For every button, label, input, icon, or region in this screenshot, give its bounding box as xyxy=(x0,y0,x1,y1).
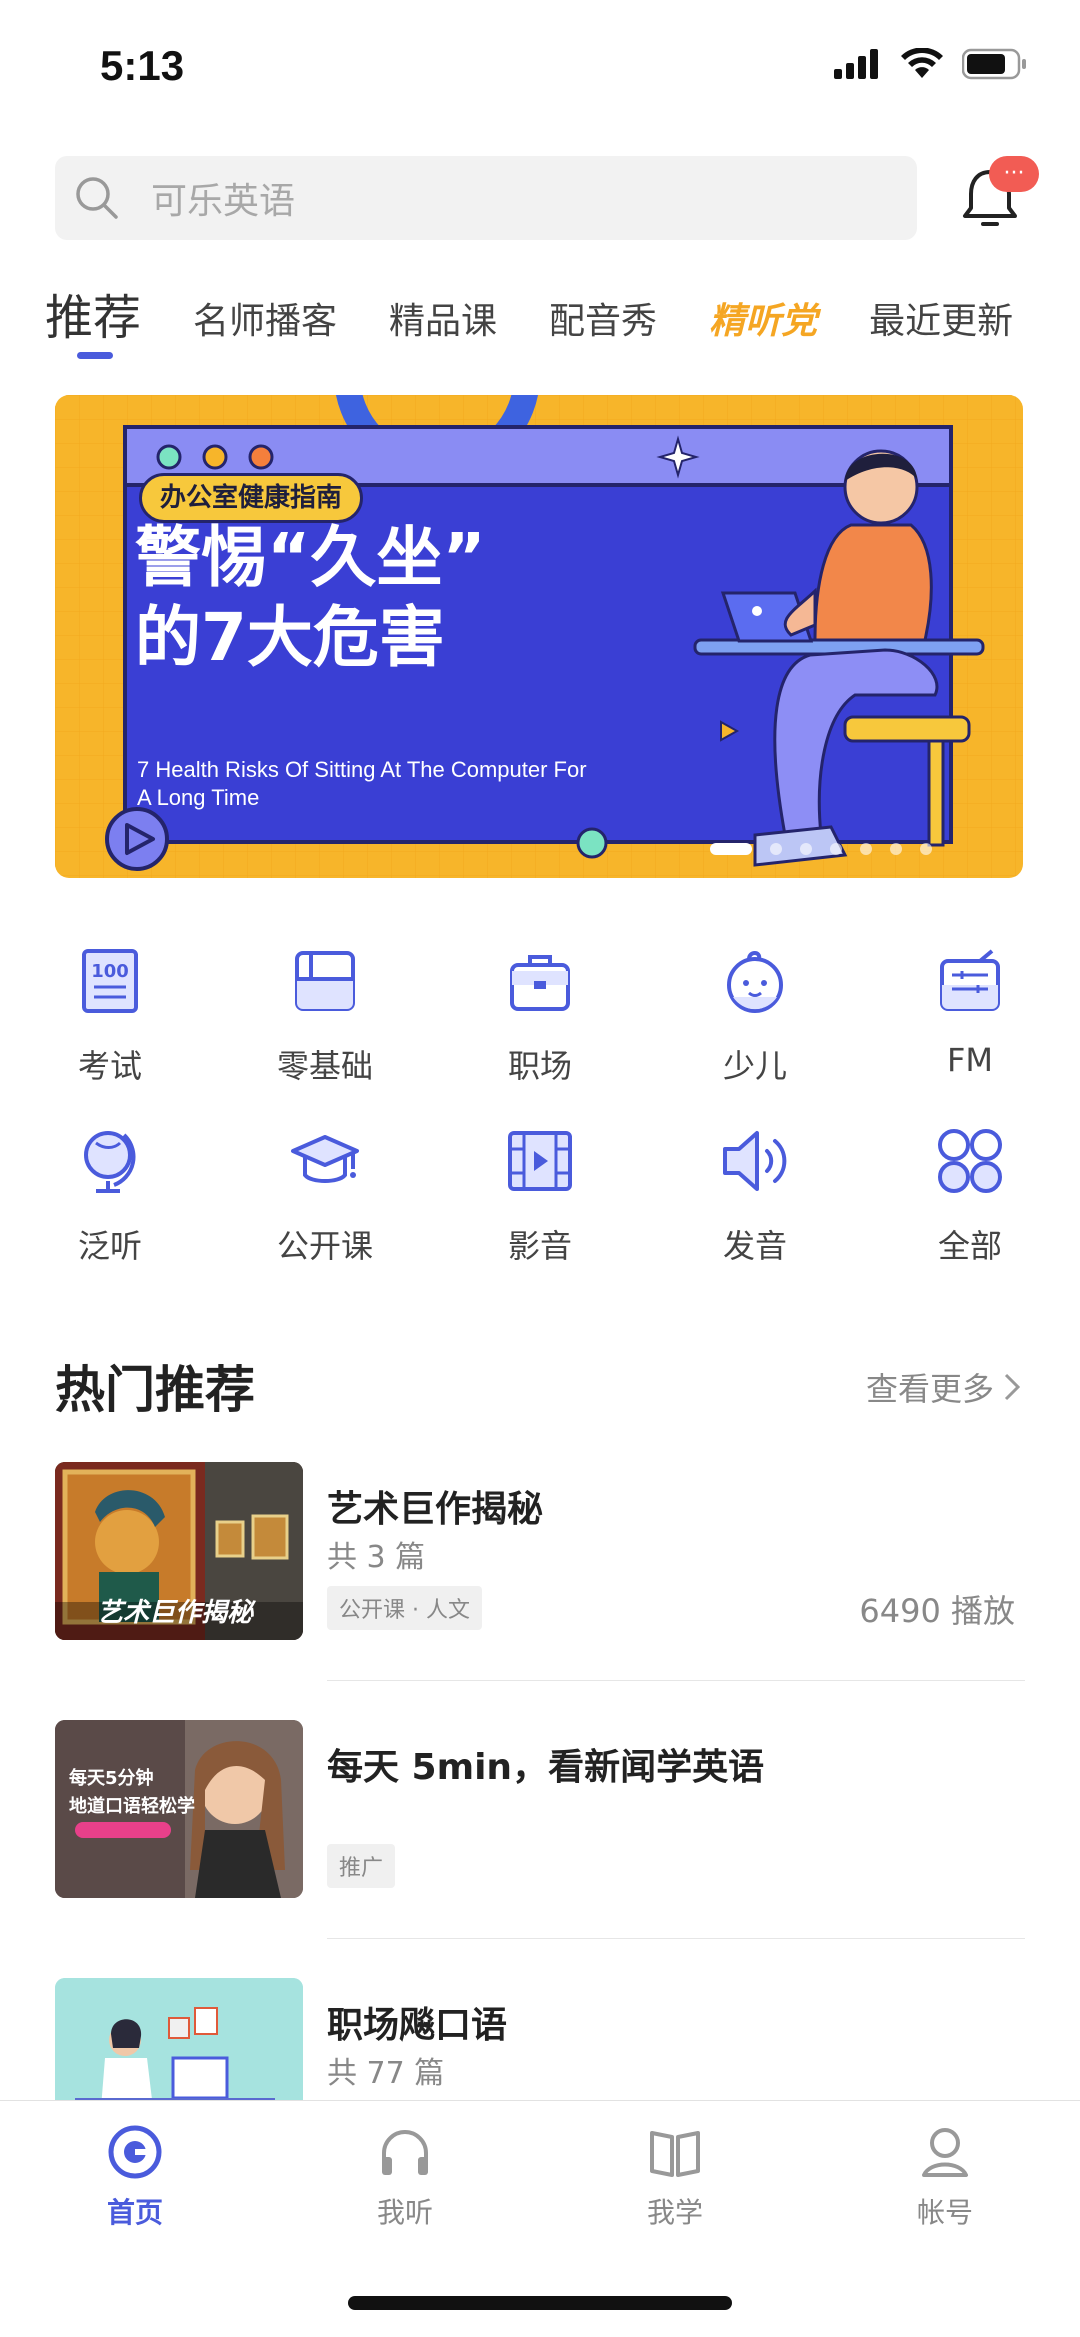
category-label: 发音 xyxy=(722,1227,787,1265)
nav-label: 首页 xyxy=(106,2196,163,2229)
banner-pagination xyxy=(710,843,932,855)
search-placeholder: 可乐英语 xyxy=(151,181,296,222)
category-beginner[interactable]: 零基础 xyxy=(250,945,400,1125)
wifi-icon xyxy=(901,48,943,78)
thumbnail-caption: 艺术巨作揭秘 xyxy=(97,1598,254,1628)
thumbnail-caption-2: 地道口语轻松学 xyxy=(69,1796,195,1817)
nav-account[interactable]: 帐号 xyxy=(865,2123,1025,2231)
banner-headline-2: 的7大危害 xyxy=(135,599,445,676)
book-icon xyxy=(650,2131,700,2177)
thumbnail-caption-1: 每天5分钟 xyxy=(69,1768,154,1789)
banner-dot xyxy=(830,843,842,855)
item-count: 共 3 篇 xyxy=(327,1540,426,1575)
category-exam[interactable]: 100 考试 xyxy=(35,945,185,1125)
banner-headline-1: 警惕“久坐” xyxy=(135,519,486,596)
folder-icon xyxy=(295,951,355,1011)
category-extensive-listening[interactable]: 泛听 xyxy=(35,1125,185,1305)
status-bar: 5:13 xyxy=(0,0,1080,130)
search-icon xyxy=(76,177,118,219)
divider xyxy=(327,1938,1025,1939)
headphones-icon xyxy=(382,2130,428,2175)
tab-recent-updates[interactable]: 最近更新 xyxy=(869,270,1013,344)
category-open-course[interactable]: 公开课 xyxy=(250,1125,400,1305)
nav-study[interactable]: 我学 xyxy=(595,2123,755,2231)
banner-dot xyxy=(800,843,812,855)
item-count: 共 77 篇 xyxy=(327,2056,445,2091)
item-title: 艺术巨作揭秘 xyxy=(327,1489,544,1530)
banner-dot xyxy=(860,843,872,855)
item-tag: 推广 xyxy=(327,1844,396,1888)
category-pronunciation[interactable]: 发音 xyxy=(680,1125,830,1305)
category-kids[interactable]: 少儿 xyxy=(680,945,830,1125)
item-tag: 公开课 · 人文 xyxy=(327,1586,482,1630)
nav-listen[interactable]: 我听 xyxy=(325,2123,485,2231)
tab-premium-courses[interactable]: 精品课 xyxy=(389,270,497,344)
category-label: 职场 xyxy=(507,1047,572,1085)
thumbnail: 每天5分钟 地道口语轻松学 xyxy=(55,1720,303,1898)
category-label: 考试 xyxy=(77,1047,142,1085)
nav-home[interactable]: 首页 xyxy=(55,2123,215,2231)
category-label: 全部 xyxy=(937,1227,1002,1265)
baby-face-icon xyxy=(727,951,783,1013)
home-indicator xyxy=(348,2296,732,2310)
tab-recommended[interactable]: 推荐 xyxy=(45,270,141,359)
svg-text:100: 100 xyxy=(91,961,129,982)
see-more-label: 查看更多 xyxy=(865,1370,994,1408)
banner-subtitle-1: 7 Health Risks Of Sitting At The Compute… xyxy=(137,757,587,782)
search-row: 可乐英语 ··· xyxy=(55,156,1039,242)
banner-dot xyxy=(920,843,932,855)
nav-label: 帐号 xyxy=(916,2196,973,2229)
category-media[interactable]: 影音 xyxy=(465,1125,615,1305)
category-workplace[interactable]: 职场 xyxy=(465,945,615,1125)
list-item[interactable]: 每天5分钟 地道口语轻松学 每天 5min，看新闻学英语 推广 xyxy=(55,1720,1025,1900)
globe-icon xyxy=(84,1131,136,1193)
category-tabs: 推荐 名师播客 精品课 配音秀 精听党 最近更新 xyxy=(45,270,1080,370)
see-more-link[interactable]: 查看更多 xyxy=(866,1364,1022,1410)
category-label: 影音 xyxy=(507,1227,572,1265)
banner-dot xyxy=(890,843,902,855)
tab-podcasts[interactable]: 名师播客 xyxy=(193,270,337,344)
category-all[interactable]: 全部 xyxy=(895,1125,1045,1305)
briefcase-icon xyxy=(510,955,570,1011)
divider xyxy=(327,1680,1025,1681)
category-label: 公开课 xyxy=(276,1227,373,1265)
banner-dot-active xyxy=(710,843,752,855)
category-label: 零基础 xyxy=(276,1047,373,1085)
banner-dot xyxy=(770,843,782,855)
banner-subtitle-2: A Long Time xyxy=(137,785,260,810)
notification-badge: ··· xyxy=(989,156,1039,192)
home-icon xyxy=(108,2125,162,2179)
film-icon xyxy=(508,1131,572,1191)
exam-icon: 100 xyxy=(82,949,138,1013)
list-item[interactable]: 艺术巨作揭秘 艺术巨作揭秘 共 3 篇 公开课 · 人文 6490 播放 xyxy=(55,1462,1025,1642)
item-title: 职场飚口语 xyxy=(327,2005,508,2046)
category-label: FM xyxy=(946,1041,993,1079)
tab-intensive-listening[interactable]: 精听党 xyxy=(709,270,817,344)
chevron-right-icon xyxy=(1004,1373,1021,1401)
item-plays: 6490 播放 xyxy=(859,1592,1015,1630)
tab-dubbing[interactable]: 配音秀 xyxy=(549,270,657,344)
section-title: 热门推荐 xyxy=(55,1361,255,1419)
category-label: 泛听 xyxy=(77,1227,142,1265)
status-icons xyxy=(834,48,1028,80)
nav-label: 我听 xyxy=(376,2196,433,2229)
promo-banner[interactable]: 办公室健康指南 警惕“久坐” 的7大危害 7 Health Risks Of S… xyxy=(55,395,1023,878)
graduation-cap-icon xyxy=(291,1135,359,1183)
battery-icon xyxy=(962,48,1026,80)
status-time: 5:13 xyxy=(100,42,185,89)
search-input[interactable]: 可乐英语 xyxy=(55,156,917,240)
thumbnail: 艺术巨作揭秘 xyxy=(55,1462,303,1640)
item-title: 每天 5min，看新闻学英语 xyxy=(327,1747,765,1788)
grid-icon xyxy=(938,1129,1002,1193)
category-fm[interactable]: FM xyxy=(895,945,1045,1125)
account-icon xyxy=(922,2128,968,2177)
category-grid: 100 考试 零基础 职场 少儿 FM 泛听 公开课 影音 发音 全部 xyxy=(35,945,1045,1305)
nav-label: 我学 xyxy=(646,2196,703,2229)
radio-icon xyxy=(940,949,1000,1011)
signal-icon xyxy=(834,49,878,79)
speaker-icon xyxy=(723,1131,787,1191)
category-label: 少儿 xyxy=(722,1047,787,1085)
